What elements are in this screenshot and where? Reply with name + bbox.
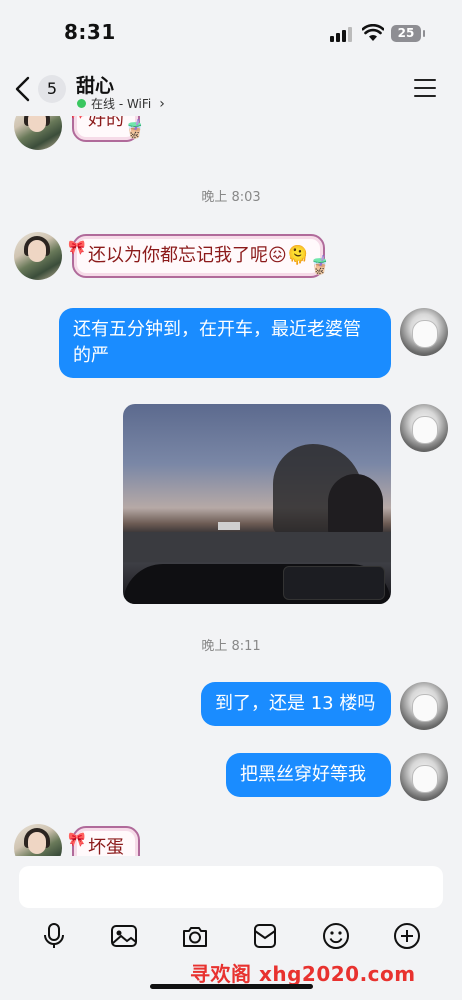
message-bubble[interactable]: 🎀 坏蛋 — [68, 826, 140, 856]
red-packet-icon[interactable] — [251, 922, 279, 950]
cup-decoration-icon: 🧋 — [123, 119, 146, 140]
message-bubble[interactable]: 🎀 还以为你都忘记我了呢😖🫠 🧋 — [68, 234, 331, 278]
bow-decoration-icon: 🎀 — [68, 116, 85, 132]
wifi-icon — [362, 24, 384, 41]
timestamp: 晚上 8:11 — [201, 639, 261, 654]
chat-header: 5 甜心 在线 - WiFi › — [0, 62, 462, 116]
my-avatar[interactable] — [400, 404, 448, 452]
contact-name[interactable]: 甜心 — [76, 71, 114, 98]
menu-icon[interactable] — [414, 79, 436, 97]
image-icon[interactable] — [110, 922, 138, 950]
message-bubble[interactable]: 🎀 好的 🧋 — [68, 116, 146, 142]
cup-decoration-icon: 🧋 — [308, 255, 332, 276]
camera-icon[interactable] — [181, 922, 209, 950]
contact-avatar[interactable] — [14, 232, 62, 280]
status-time: 8:31 — [64, 20, 116, 44]
message-text: 好的 — [88, 116, 124, 130]
battery-icon: 25 — [391, 25, 425, 42]
bow-decoration-icon: 🎀 — [68, 240, 86, 256]
online-status-text: 在线 - WiFi — [91, 97, 152, 111]
message-bubble[interactable]: 还有五分钟到，在开车，最近老婆管的严 — [59, 308, 391, 378]
photo-message[interactable] — [123, 404, 391, 604]
signal-icon — [330, 26, 354, 42]
my-avatar[interactable] — [400, 753, 448, 801]
plus-icon[interactable] — [393, 922, 421, 950]
online-status[interactable]: 在线 - WiFi › — [77, 95, 165, 112]
message-text: 还有五分钟到，在开车，最近老婆管的严 — [73, 319, 361, 366]
message-text: 还以为你都忘记我了呢😖🫠 — [88, 245, 310, 266]
my-avatar[interactable] — [400, 682, 448, 730]
message-text: 坏蛋 — [88, 837, 124, 856]
message-list[interactable]: 🎀 好的 🧋 晚上 8:03 🎀 还以为你都忘记我了呢😖🫠 🧋 还有五分钟到，在… — [0, 116, 462, 856]
message-text: 到了，还是 13 楼吗 — [215, 693, 376, 714]
chevron-right-icon: › — [159, 95, 165, 112]
message-bubble[interactable]: 到了，还是 13 楼吗 — [201, 682, 391, 726]
back-chevron-icon[interactable] — [12, 76, 36, 102]
home-indicator[interactable] — [150, 984, 313, 989]
mic-icon[interactable] — [40, 922, 68, 950]
unread-count-badge[interactable]: 5 — [38, 75, 66, 103]
watermark-text: 寻欢阁 xhg2020.com — [190, 962, 416, 986]
status-bar: 8:31 25 — [0, 0, 462, 62]
message-text: 把黑丝穿好等我 — [240, 764, 366, 785]
emoji-icon[interactable] — [322, 922, 350, 950]
message-bubble[interactable]: 把黑丝穿好等我 — [226, 753, 391, 797]
online-dot-icon — [77, 99, 86, 108]
bow-decoration-icon: 🎀 — [68, 832, 86, 848]
contact-avatar[interactable] — [14, 116, 62, 150]
contact-avatar[interactable] — [14, 824, 62, 856]
my-avatar[interactable] — [400, 308, 448, 356]
timestamp: 晚上 8:03 — [201, 190, 261, 205]
message-input[interactable] — [19, 866, 443, 908]
